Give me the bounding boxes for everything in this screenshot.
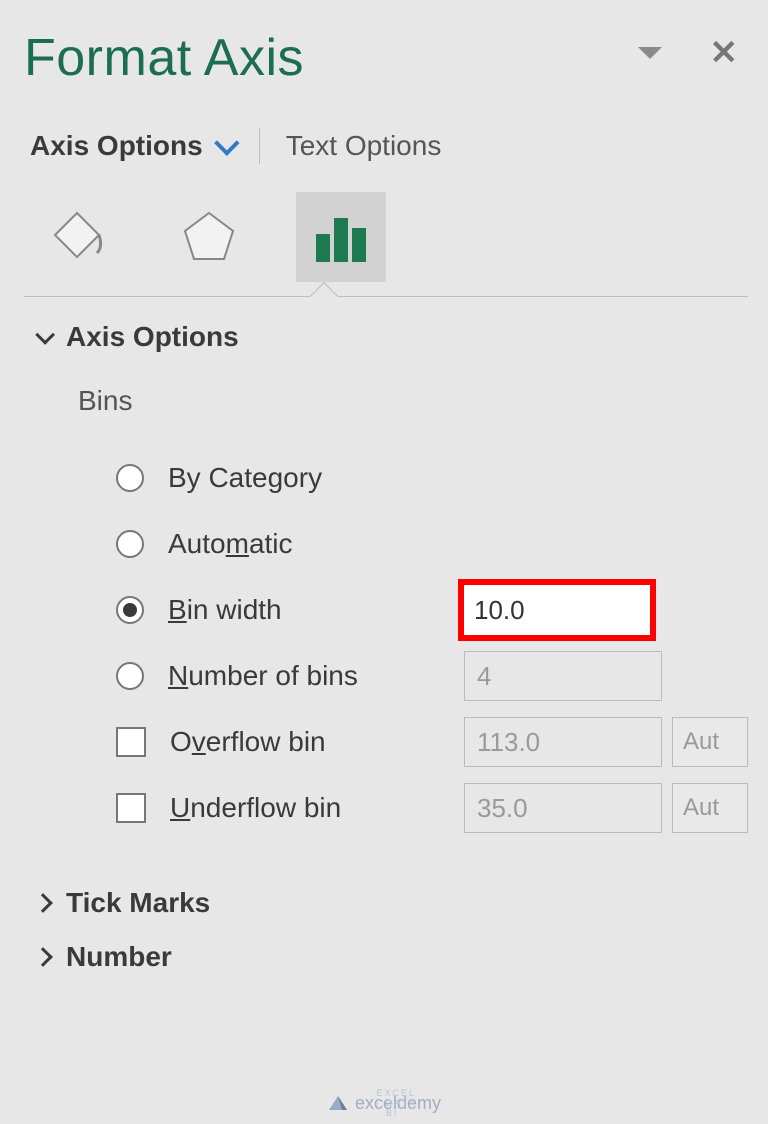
label-number-of-bins[interactable]: Number of bins (168, 660, 358, 692)
label-by-category[interactable]: By Category (168, 462, 322, 494)
input-number-of-bins (464, 651, 662, 701)
axis-options-icon[interactable] (296, 192, 386, 282)
watermark-tagline: EXCEL · DATA · BI (376, 1088, 419, 1118)
tab-axis-options[interactable]: Axis Options (30, 130, 233, 162)
tab-axis-options-label: Axis Options (30, 130, 203, 162)
pane-title: Format Axis (24, 28, 304, 88)
input-bin-width[interactable] (458, 579, 656, 641)
bins-subheading: Bins (78, 385, 748, 417)
input-overflow-bin (464, 717, 662, 767)
watermark-logo-icon (327, 1092, 349, 1114)
category-icon-row (32, 192, 748, 296)
auto-button-underflow[interactable]: Aut (672, 783, 748, 833)
option-tabs: Axis Options Text Options (30, 128, 748, 164)
label-underflow-bin[interactable]: Underflow bin (170, 792, 341, 824)
caret-closed-icon (33, 893, 53, 913)
chevron-down-icon (214, 130, 239, 155)
tick-marks-section-header[interactable]: Tick Marks (30, 887, 748, 919)
radio-bin-width[interactable] (116, 596, 144, 624)
number-section-header[interactable]: Number (30, 941, 748, 973)
effects-icon[interactable] (164, 192, 254, 282)
input-underflow-bin (464, 783, 662, 833)
auto-button-overflow[interactable]: Aut (672, 717, 748, 767)
caret-open-icon (35, 325, 55, 345)
tab-text-options[interactable]: Text Options (286, 130, 442, 162)
pane-header: Format Axis ✕ (24, 28, 748, 88)
fill-line-icon[interactable] (32, 192, 122, 282)
radio-automatic[interactable] (116, 530, 144, 558)
format-axis-pane: Format Axis ✕ Axis Options Text Options (0, 0, 768, 973)
task-pane-options-icon[interactable] (638, 47, 662, 59)
axis-options-section-header[interactable]: Axis Options (30, 321, 748, 353)
close-icon[interactable]: ✕ (710, 33, 739, 73)
watermark: exceldemy EXCEL · DATA · BI (327, 1092, 441, 1114)
checkbox-underflow-bin[interactable] (116, 793, 146, 823)
checkbox-overflow-bin[interactable] (116, 727, 146, 757)
caret-closed-icon (33, 947, 53, 967)
tick-marks-label: Tick Marks (66, 887, 210, 919)
axis-options-section-label: Axis Options (66, 321, 239, 353)
number-label: Number (66, 941, 172, 973)
tab-divider (259, 128, 260, 164)
label-overflow-bin[interactable]: Overflow bin (170, 726, 326, 758)
section-divider (24, 296, 748, 297)
radio-number-of-bins[interactable] (116, 662, 144, 690)
label-automatic[interactable]: Automatic (168, 528, 293, 560)
label-bin-width[interactable]: Bin width (168, 594, 282, 626)
radio-by-category[interactable] (116, 464, 144, 492)
